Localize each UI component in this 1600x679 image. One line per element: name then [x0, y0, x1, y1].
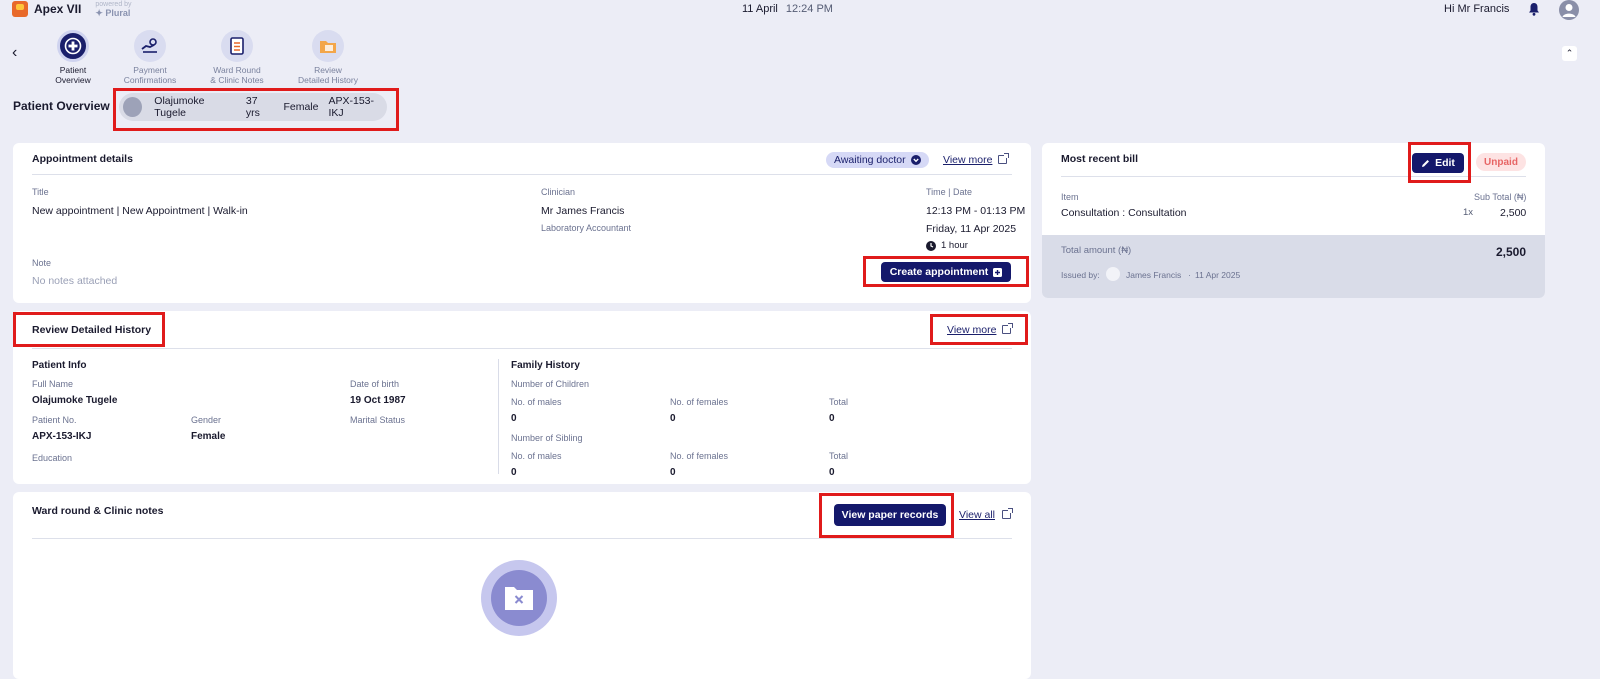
issuer-avatar	[1106, 267, 1120, 281]
sibling-males-value: 0	[511, 467, 517, 478]
back-chevron-icon[interactable]: ‹	[12, 44, 17, 62]
issued-date: 11 Apr 2025	[1195, 270, 1241, 280]
payment-icon	[134, 30, 166, 62]
bill-item-qty: 1x	[1463, 207, 1474, 218]
bill-item-name: Consultation : Consultation	[1061, 207, 1187, 219]
app-name: Apex VII	[34, 2, 82, 16]
appointment-note: No notes attached	[32, 275, 118, 287]
clinician-role: Laboratory Accountant	[541, 223, 632, 233]
unpaid-status-badge: Unpaid	[1476, 153, 1526, 171]
bill-total-amount: 2,500	[1496, 245, 1527, 259]
issuer-name: James Francis	[1126, 270, 1182, 280]
children-total-value: 0	[829, 413, 835, 424]
family-history-heading: Family History	[511, 360, 580, 371]
plural-logo: ✦ Plural	[95, 8, 131, 18]
full-name-value: Olajumoke Tugele	[32, 395, 118, 406]
empty-folder-icon	[481, 560, 557, 636]
ward-view-all-link[interactable]: View all	[959, 509, 995, 521]
clipboard-icon	[221, 30, 253, 62]
powered-by: powered by ✦ Plural	[95, 1, 132, 18]
highlight-box	[113, 88, 399, 131]
page-title: Patient Overview	[13, 99, 110, 113]
user-greeting: Hi Mr Francis	[1444, 3, 1510, 15]
current-date: 11 April	[742, 3, 778, 15]
bill-title: Most recent bill	[1061, 153, 1139, 165]
children-females-value: 0	[670, 413, 676, 424]
patient-no-value: APX-153-IKJ	[32, 431, 92, 442]
clinician-name: Mr James Francis	[541, 205, 625, 217]
appointment-duration: 1 hour	[941, 240, 968, 251]
chevron-down-icon	[910, 155, 921, 165]
current-datetime: 11 April 12:24 PM	[742, 3, 833, 15]
patient-info-heading: Patient Info	[32, 360, 87, 371]
appointment-title: Appointment details	[32, 153, 133, 165]
children-males-value: 0	[511, 413, 517, 424]
current-time: 12:24 PM	[785, 3, 833, 15]
app-logo	[12, 1, 28, 17]
bill-item-amount: 2,500	[1500, 207, 1527, 219]
appointment-view-more-link[interactable]: View more	[943, 154, 992, 166]
bell-icon[interactable]	[1528, 2, 1540, 16]
appointment-date: Friday, 11 Apr 2025	[926, 223, 1017, 235]
appointment-time: 12:13 PM - 01:13 PM	[926, 205, 1026, 217]
appointment-title-value: New appointment | New Appointment | Walk…	[32, 205, 248, 217]
step-review-history[interactable]: Review Detailed History	[283, 30, 373, 85]
external-link-icon[interactable]	[1002, 508, 1013, 519]
folder-history-icon	[312, 30, 344, 62]
external-link-icon[interactable]	[998, 153, 1009, 164]
gender-value: Female	[191, 431, 226, 442]
step-ward-round[interactable]: Ward Round & Clinic Notes	[192, 30, 282, 85]
brand: Apex VII powered by ✦ Plural	[12, 1, 132, 18]
status-badge: Awaiting doctor	[826, 152, 929, 168]
sibling-females-value: 0	[670, 467, 676, 478]
collapse-chevron-up-icon[interactable]: ⌃	[1562, 46, 1577, 61]
history-card: Review Detailed History View more Patien…	[13, 311, 1031, 484]
clock-icon	[926, 241, 936, 251]
dob-value: 19 Oct 1987	[350, 395, 406, 406]
bill-total-section: Total amount (₦) 2,500 Issued by: James …	[1042, 235, 1545, 298]
patient-overview-icon	[57, 30, 89, 62]
top-bar: Apex VII powered by ✦ Plural 11 April 12:…	[0, 0, 1600, 20]
ward-notes-title: Ward round & Clinic notes	[32, 505, 164, 517]
step-payment-confirmations[interactable]: Payment Confirmations	[105, 30, 195, 85]
user-avatar-icon[interactable]	[1559, 0, 1579, 20]
sibling-total-value: 0	[829, 467, 835, 478]
